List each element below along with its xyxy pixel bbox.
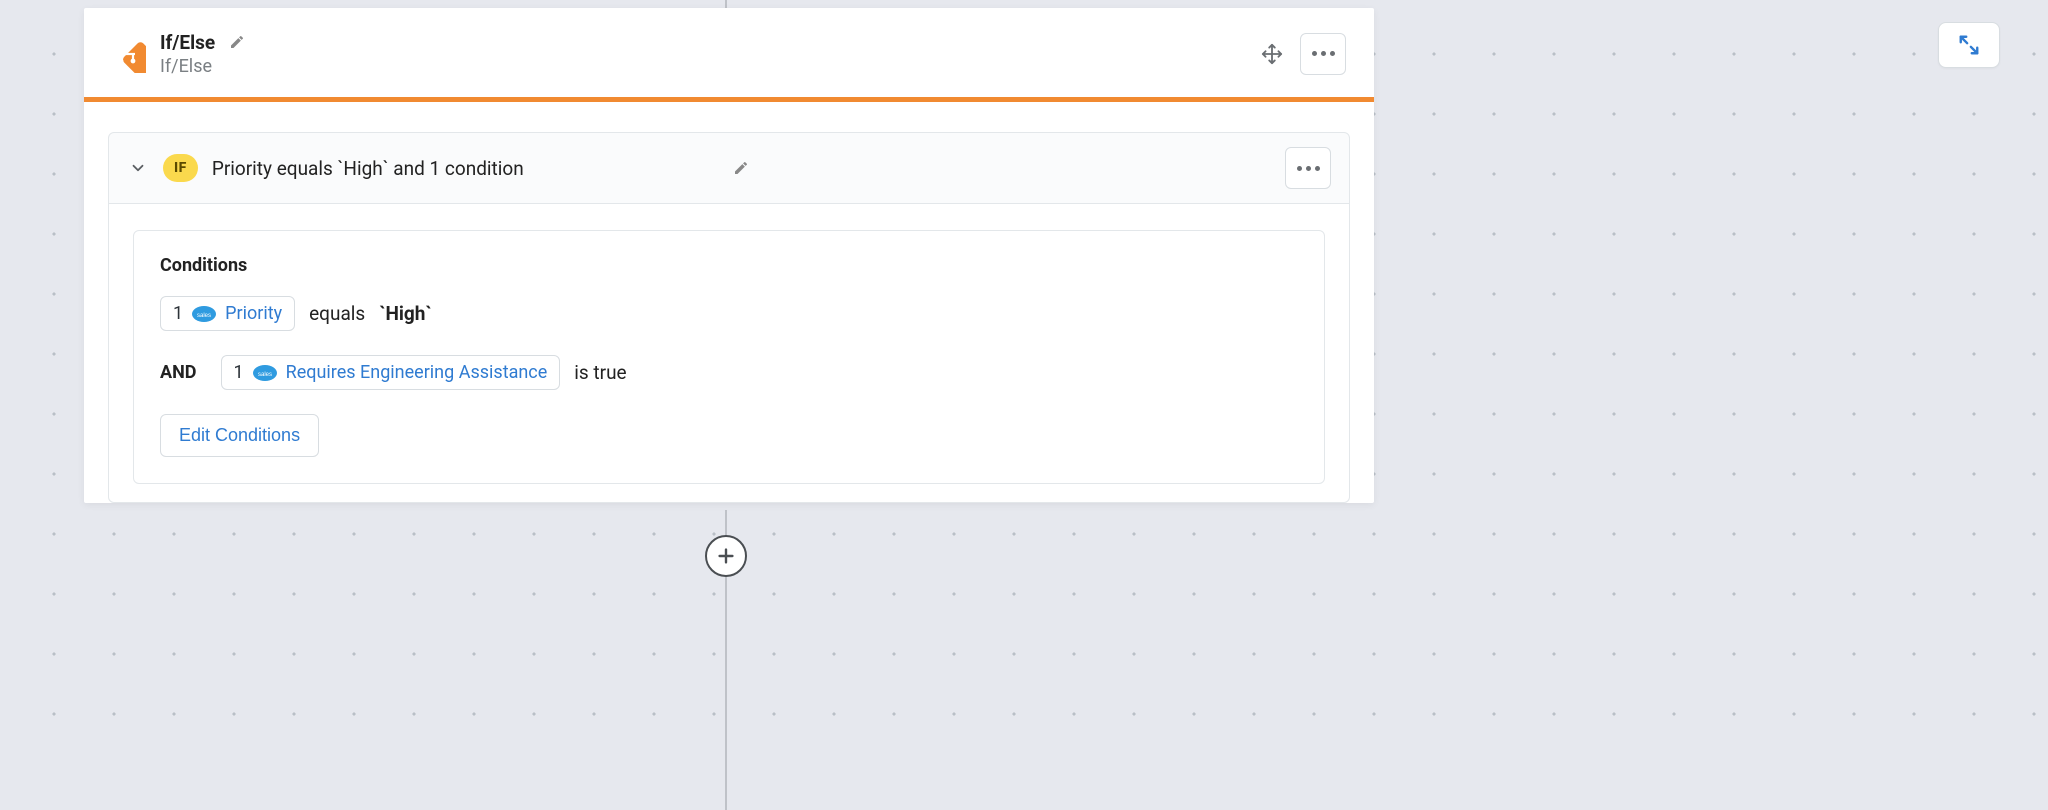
- if-branch: IF Priority equals `High` and 1 conditio…: [108, 132, 1350, 503]
- node-subtitle: If/Else: [160, 56, 1258, 77]
- branch-menu-button[interactable]: [1285, 147, 1331, 189]
- node-header-actions: [1258, 33, 1346, 75]
- operator-text: equals: [309, 302, 365, 325]
- joiner-label: AND: [160, 362, 197, 383]
- conditions-heading: Conditions: [160, 255, 1298, 276]
- branch-summary: Priority equals `High` and 1 condition: [212, 157, 716, 180]
- salesforce-icon: sales: [191, 305, 217, 323]
- move-node-handle[interactable]: [1258, 40, 1286, 68]
- collapse-branch-button[interactable]: [127, 157, 149, 179]
- node-title-wrap: If/Else If/Else: [160, 30, 1258, 77]
- chip-index: 1: [234, 362, 244, 383]
- conditions-card: Conditions 1 sales Priority equals `High…: [133, 230, 1325, 484]
- operator-text: is true: [574, 361, 626, 384]
- field-name: Requires Engineering Assistance: [286, 362, 548, 383]
- edit-conditions-button[interactable]: Edit Conditions: [160, 414, 319, 457]
- pencil-icon: [229, 34, 245, 50]
- branch-header: IF Priority equals `High` and 1 conditio…: [109, 133, 1349, 204]
- ellipsis-icon: [1297, 166, 1320, 171]
- salesforce-icon: sales: [252, 364, 278, 382]
- field-name: Priority: [225, 303, 282, 324]
- edit-node-name-button[interactable]: [225, 30, 249, 54]
- pencil-icon: [733, 160, 749, 176]
- if-else-node-card: If/Else If/Else: [84, 8, 1374, 503]
- field-chip[interactable]: 1 sales Priority: [160, 296, 295, 331]
- connector-line-top: [725, 0, 727, 8]
- svg-text:sales: sales: [258, 372, 272, 378]
- node-header: If/Else If/Else: [84, 8, 1374, 97]
- condition-row: 1 sales Priority equals `High`: [160, 296, 1298, 331]
- field-chip[interactable]: 1 sales Requires Engineering Assistance: [221, 355, 561, 390]
- add-step-button[interactable]: [705, 535, 747, 577]
- plus-icon: [715, 545, 737, 567]
- if-pill: IF: [163, 154, 198, 182]
- value-text: `High`: [379, 302, 431, 325]
- ellipsis-icon: [1312, 51, 1335, 56]
- edit-branch-name-button[interactable]: [729, 156, 753, 180]
- if-else-node-icon: [108, 35, 146, 73]
- node-menu-button[interactable]: [1300, 33, 1346, 75]
- collapse-icon: [1958, 34, 1980, 56]
- branch-body: Conditions 1 sales Priority equals `High…: [109, 204, 1349, 502]
- chip-index: 1: [173, 303, 183, 324]
- svg-text:sales: sales: [197, 313, 211, 319]
- node-title: If/Else: [160, 31, 215, 54]
- condition-row: AND 1 sales Requires Engineering Assista…: [160, 355, 1298, 390]
- node-body: IF Priority equals `High` and 1 conditio…: [84, 102, 1374, 503]
- chevron-down-icon: [129, 159, 147, 177]
- move-icon: [1261, 43, 1283, 65]
- collapse-panel-button[interactable]: [1938, 22, 2000, 68]
